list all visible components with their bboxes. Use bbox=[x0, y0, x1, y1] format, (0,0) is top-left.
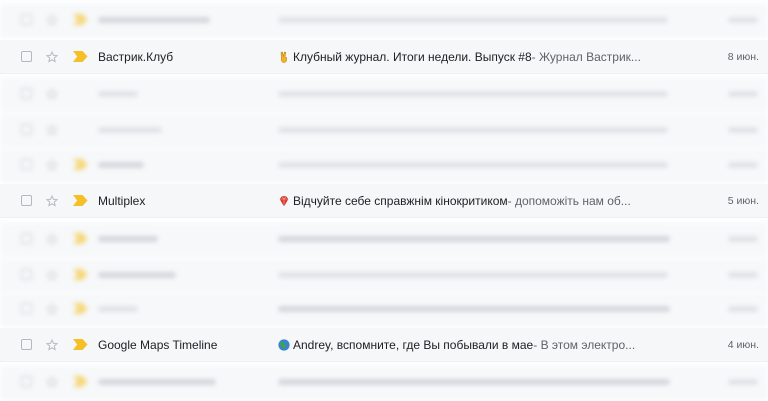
row-checkbox[interactable] bbox=[21, 14, 32, 25]
star-icon[interactable] bbox=[45, 87, 59, 101]
email-sender: Multiplex bbox=[98, 193, 146, 208]
email-row-blurred[interactable] bbox=[0, 292, 768, 326]
star-icon[interactable] bbox=[45, 13, 59, 27]
date-placeholder bbox=[728, 305, 758, 312]
subject-placeholder bbox=[278, 235, 670, 242]
importance-marker-icon[interactable] bbox=[73, 376, 88, 387]
star-icon[interactable] bbox=[45, 302, 59, 316]
sender-placeholder bbox=[98, 378, 216, 385]
sender-placeholder bbox=[98, 271, 176, 278]
star-icon[interactable] bbox=[45, 338, 59, 352]
importance-marker-icon[interactable] bbox=[73, 233, 88, 244]
email-date: 8 июн. bbox=[727, 50, 759, 63]
date-placeholder bbox=[728, 271, 758, 278]
email-sender: Вастрик.Клуб bbox=[98, 49, 174, 64]
red-gem-icon bbox=[279, 195, 289, 207]
email-row-blurred[interactable] bbox=[0, 365, 768, 399]
importance-marker-icon[interactable] bbox=[73, 339, 88, 350]
email-row-blurred[interactable] bbox=[0, 77, 768, 111]
email-subject: Клубный журнал. Итоги недели. Выпуск #8 bbox=[293, 49, 532, 64]
subject-placeholder bbox=[278, 271, 668, 278]
email-subject-line: Andrey, вспомните, где Вы побывали в мае… bbox=[278, 338, 678, 352]
email-row-blurred[interactable] bbox=[0, 148, 768, 182]
importance-marker-icon[interactable] bbox=[73, 51, 88, 62]
subject-placeholder bbox=[278, 305, 670, 312]
importance-marker-icon[interactable] bbox=[73, 195, 88, 206]
star-icon[interactable] bbox=[45, 158, 59, 172]
date-placeholder bbox=[728, 161, 758, 168]
subject-placeholder bbox=[278, 126, 668, 133]
row-checkbox[interactable] bbox=[21, 233, 32, 244]
sender-placeholder bbox=[98, 161, 144, 168]
sender-placeholder bbox=[98, 305, 138, 312]
date-placeholder bbox=[728, 378, 758, 385]
email-date: 5 июн. bbox=[727, 194, 759, 207]
email-row[interactable]: Google Maps Timeline Andrey, вспомните, … bbox=[0, 328, 768, 362]
row-checkbox[interactable] bbox=[21, 269, 32, 280]
row-checkbox[interactable] bbox=[21, 124, 32, 135]
sender-placeholder bbox=[98, 235, 158, 242]
email-row-blurred[interactable] bbox=[0, 258, 768, 292]
sender-placeholder bbox=[98, 16, 210, 23]
subject-placeholder bbox=[278, 90, 668, 97]
email-subject-line: Клубный журнал. Итоги недели. Выпуск #8 … bbox=[278, 50, 678, 64]
email-snippet: - Журнал Вастрик... bbox=[531, 49, 641, 64]
row-checkbox[interactable] bbox=[21, 51, 32, 62]
email-row[interactable]: Multiplex Відчуйте себе справжнім кінокр… bbox=[0, 184, 768, 218]
importance-marker-icon[interactable] bbox=[73, 303, 88, 314]
row-checkbox[interactable] bbox=[21, 88, 32, 99]
email-sender: Google Maps Timeline bbox=[98, 337, 218, 352]
email-subject: Відчуйте себе справжнім кінокритиком bbox=[293, 193, 508, 208]
star-icon[interactable] bbox=[45, 50, 59, 64]
sender-placeholder bbox=[98, 126, 162, 133]
star-icon[interactable] bbox=[45, 375, 59, 389]
email-subject: Andrey, вспомните, где Вы побывали в мае bbox=[293, 337, 534, 352]
star-icon[interactable] bbox=[45, 232, 59, 246]
globe-icon bbox=[278, 338, 290, 351]
subject-placeholder bbox=[278, 16, 668, 23]
importance-marker-icon[interactable] bbox=[73, 269, 88, 280]
row-checkbox[interactable] bbox=[21, 159, 32, 170]
date-placeholder bbox=[728, 90, 758, 97]
subject-placeholder bbox=[278, 161, 668, 168]
star-icon[interactable] bbox=[45, 123, 59, 137]
star-icon[interactable] bbox=[45, 194, 59, 208]
row-checkbox[interactable] bbox=[21, 195, 32, 206]
row-checkbox[interactable] bbox=[21, 303, 32, 314]
importance-marker-icon[interactable] bbox=[73, 159, 88, 170]
subject-placeholder bbox=[278, 378, 670, 385]
email-snippet: - допоможіть нам об... bbox=[507, 193, 631, 208]
email-list: Вастрик.Клуб Клубный журнал. Итоги недел… bbox=[0, 0, 768, 401]
importance-marker-icon[interactable] bbox=[73, 14, 88, 25]
email-row-blurred[interactable] bbox=[0, 113, 768, 147]
sender-placeholder bbox=[98, 90, 138, 97]
email-snippet: - В этом электро... bbox=[533, 337, 636, 352]
row-checkbox[interactable] bbox=[21, 339, 32, 350]
v-hand-icon bbox=[280, 51, 287, 63]
row-checkbox[interactable] bbox=[21, 376, 32, 387]
email-date: 4 июн. bbox=[727, 338, 759, 351]
email-row-blurred[interactable] bbox=[0, 222, 768, 256]
email-subject-line: Відчуйте себе справжнім кінокритиком - д… bbox=[278, 194, 678, 208]
email-row-blurred[interactable] bbox=[0, 3, 768, 37]
star-icon[interactable] bbox=[45, 268, 59, 282]
date-placeholder bbox=[728, 126, 758, 133]
email-row[interactable]: Вастрик.Клуб Клубный журнал. Итоги недел… bbox=[0, 40, 768, 74]
date-placeholder bbox=[728, 235, 758, 242]
date-placeholder bbox=[728, 16, 758, 23]
